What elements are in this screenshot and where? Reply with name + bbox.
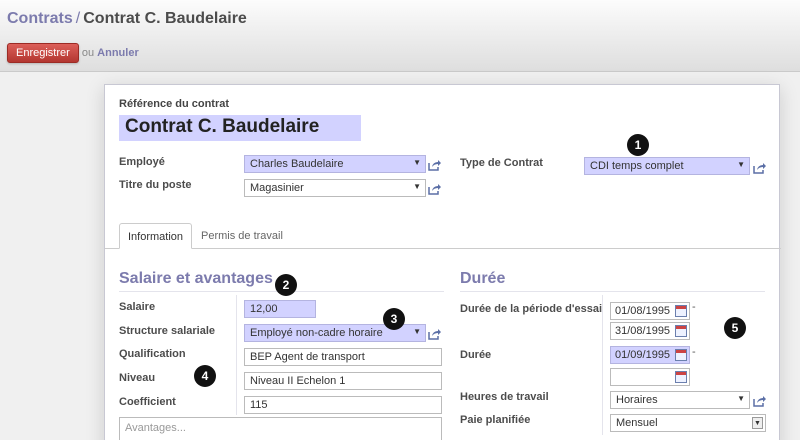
external-link-icon[interactable] — [753, 162, 767, 174]
annotation-badge-4: 4 — [194, 365, 216, 387]
employee-select[interactable]: Charles Baudelaire ▼ — [244, 155, 426, 173]
calendar-icon[interactable] — [675, 371, 687, 383]
breadcrumb-separator: / — [75, 10, 81, 27]
salary-column-divider — [236, 295, 237, 415]
save-button[interactable]: Enregistrer — [7, 43, 79, 63]
contract-type-label: Type de Contrat — [460, 157, 543, 169]
contract-type-value: CDI temps complet — [590, 160, 684, 172]
employee-value: Charles Baudelaire — [250, 158, 344, 170]
scheduled-pay-select[interactable]: Mensuel ▼ — [610, 414, 766, 432]
calendar-icon[interactable] — [675, 349, 687, 361]
trial-start-date-input[interactable]: 01/08/1995 — [610, 302, 690, 320]
chevron-down-icon: ▼ — [737, 394, 745, 403]
coefficient-input[interactable]: 115 — [244, 396, 442, 414]
annotation-badge-1: 1 — [627, 134, 649, 156]
external-link-icon[interactable] — [753, 395, 767, 407]
chevron-down-icon: ▼ — [413, 182, 421, 191]
job-title-select[interactable]: Magasinier ▼ — [244, 179, 426, 197]
reference-label: Référence du contrat — [119, 98, 230, 110]
tab-work-permit[interactable]: Permis de travail — [193, 223, 291, 249]
trial-end-value: 31/08/1995 — [615, 325, 671, 337]
salary-structure-label: Structure salariale — [119, 325, 215, 337]
scheduled-pay-label: Paie planifiée — [460, 414, 531, 426]
duration-section-title: Durée — [460, 270, 506, 287]
trial-end-date-input[interactable]: 31/08/1995 — [610, 322, 690, 340]
chevron-down-icon: ▼ — [413, 158, 421, 167]
duration-label: Durée — [460, 349, 492, 361]
trial-start-value: 01/08/1995 — [615, 305, 671, 317]
wage-label: Salaire — [119, 301, 156, 313]
tab-bar: Information Permis de travail — [105, 223, 781, 249]
employee-label: Employé — [119, 156, 165, 168]
duration-start-value: 01/09/1995 — [615, 349, 671, 361]
form-sheet: Référence du contrat Contrat C. Baudelai… — [104, 84, 781, 440]
duration-start-date-input[interactable]: 01/09/1995 — [610, 346, 690, 364]
tab-information[interactable]: Information — [119, 223, 193, 249]
breadcrumb-current: Contrat C. Baudelaire — [83, 10, 247, 27]
duration-section-divider — [460, 291, 765, 292]
chevron-down-icon: ▼ — [413, 327, 421, 336]
coefficient-label: Coefficient — [119, 396, 176, 408]
external-link-icon[interactable] — [428, 328, 442, 340]
advantages-textarea[interactable]: Avantages... — [119, 417, 442, 440]
wage-input[interactable]: 12,00 — [244, 300, 316, 318]
breadcrumb: Contrats / Contrat C. Baudelaire — [7, 10, 247, 28]
qualification-input[interactable]: BEP Agent de transport — [244, 348, 442, 366]
annotation-badge-2: 2 — [275, 274, 297, 296]
range-dash: - — [692, 301, 696, 313]
duration-end-date-input[interactable] — [610, 368, 690, 386]
trial-period-label: Durée de la période d'essai — [460, 303, 603, 315]
qualification-label: Qualification — [119, 348, 186, 360]
reference-input[interactable]: Contrat C. Baudelaire — [119, 115, 361, 141]
duration-column-divider — [602, 295, 603, 435]
chevron-down-icon: ▼ — [752, 417, 763, 429]
working-hours-label: Heures de travail — [460, 391, 549, 403]
breadcrumb-contracts-link[interactable]: Contrats — [7, 10, 73, 27]
level-label: Niveau — [119, 372, 156, 384]
top-bar: Contrats / Contrat C. Baudelaire Enregistr… — [0, 0, 800, 72]
external-link-icon[interactable] — [428, 183, 442, 195]
or-text: ou — [81, 47, 95, 59]
range-dash: - — [692, 346, 696, 358]
annotation-badge-3: 3 — [383, 308, 405, 330]
job-title-label: Titre du poste — [119, 179, 192, 191]
salary-section-title: Salaire et avantages — [119, 270, 273, 287]
level-input[interactable]: Niveau II Echelon 1 — [244, 372, 442, 390]
calendar-icon[interactable] — [675, 325, 687, 337]
form-actions: Enregistrer ou Annuler — [7, 43, 139, 63]
contract-type-select[interactable]: CDI temps complet ▼ — [584, 157, 750, 175]
scheduled-pay-value: Mensuel — [616, 417, 658, 429]
working-hours-select[interactable]: Horaires ▼ — [610, 391, 750, 409]
job-title-value: Magasinier — [250, 182, 304, 194]
working-hours-value: Horaires — [616, 394, 658, 406]
annotation-badge-5: 5 — [724, 317, 746, 339]
calendar-icon[interactable] — [675, 305, 687, 317]
external-link-icon[interactable] — [428, 159, 442, 171]
salary-structure-value: Employé non-cadre horaire — [250, 327, 383, 339]
cancel-link[interactable]: Annuler — [97, 47, 139, 59]
chevron-down-icon: ▼ — [737, 160, 745, 169]
